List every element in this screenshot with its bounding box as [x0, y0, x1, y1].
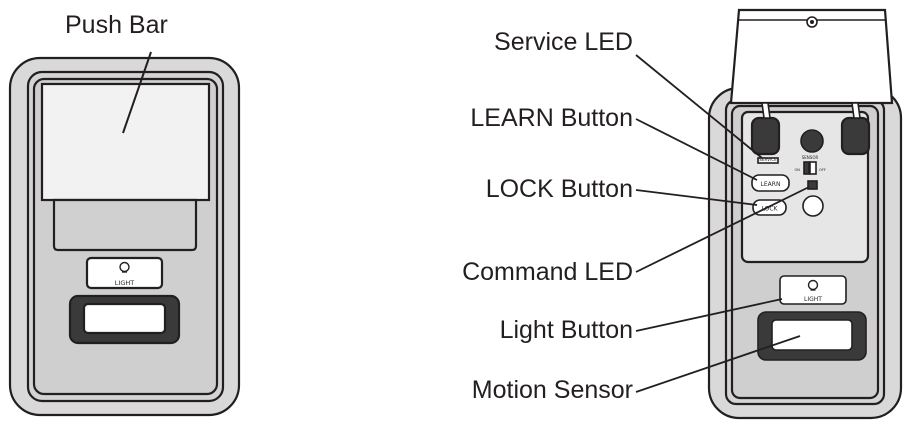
push-bar-bottom [52, 198, 198, 252]
sensor-switch [809, 161, 817, 175]
push-bar-top [40, 82, 211, 202]
label-motion-sensor: Motion Sensor [471, 376, 633, 404]
label-service-led: Service LED [494, 28, 633, 56]
sensor-switch-slot [803, 161, 810, 175]
label-light-button: Light Button [499, 316, 633, 344]
diagram-stage: LIGHT SERVICE LEARN LOCK SENSOR ON OFF L… [0, 0, 909, 426]
left-motion-sensor-window [82, 302, 167, 335]
label-command-led: Command LED [462, 258, 633, 286]
panel-sensor-lens [802, 195, 824, 217]
label-lock-button: LOCK Button [485, 175, 633, 203]
label-learn-button: LEARN Button [470, 104, 633, 132]
left-wall-control [8, 56, 241, 417]
hinge-right [840, 116, 871, 156]
left-light-text: LIGHT [115, 279, 134, 287]
label-push-bar: Push Bar [65, 11, 168, 39]
on-text: ON [794, 168, 800, 172]
learn-text: LEARN [761, 181, 781, 188]
sensor-text: SENSOR [802, 155, 819, 160]
panel-round-button [800, 129, 824, 153]
motion-sensor-window [771, 319, 853, 351]
right-light-text: LIGHT [804, 296, 822, 303]
hinge-left [750, 116, 781, 156]
device-diagram: LIGHT SERVICE LEARN LOCK SENSOR ON OFF L… [8, 8, 903, 420]
off-text: OFF [819, 168, 826, 172]
